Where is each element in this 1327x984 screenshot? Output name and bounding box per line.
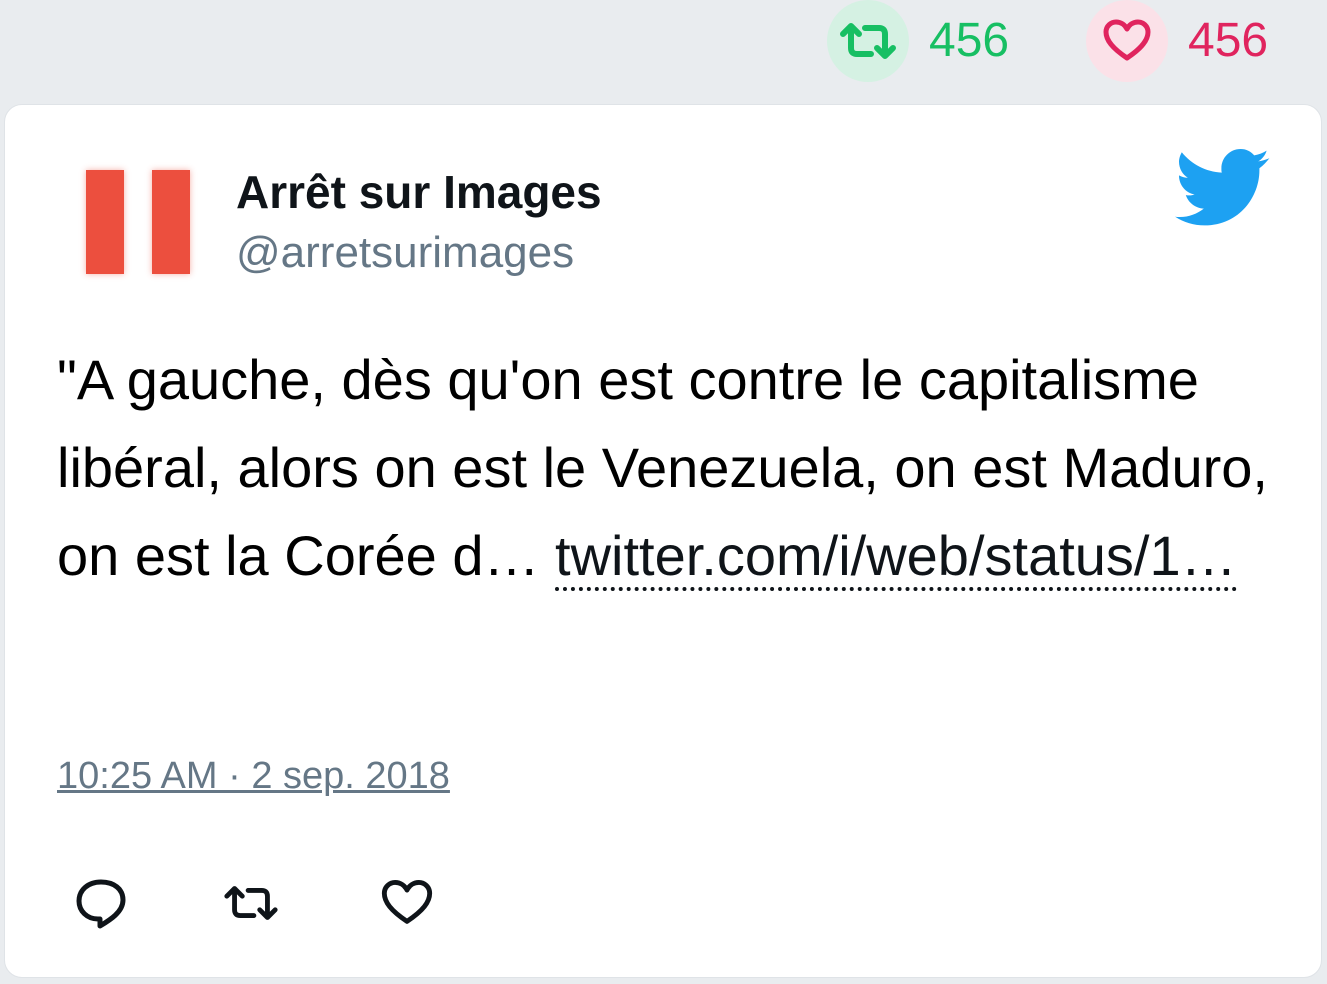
retweet-stat[interactable]: 456 [827, 0, 1009, 82]
like-count: 456 [1188, 14, 1269, 67]
reply-icon[interactable] [71, 873, 131, 933]
heart-icon[interactable] [1086, 0, 1168, 82]
retweet-count: 456 [929, 14, 1010, 67]
author-handle[interactable]: @arretsurimages [236, 231, 574, 275]
pause-logo-left-bar [86, 170, 124, 274]
heart-icon[interactable] [377, 873, 437, 933]
retweet-icon[interactable] [221, 873, 281, 933]
retweet-icon[interactable] [827, 0, 909, 82]
author-name[interactable]: Arrêt sur Images [236, 169, 602, 215]
engagement-stats: 456 456 [0, 0, 1327, 100]
pause-logo-right-bar [152, 170, 190, 274]
tweet-text: "A gauche, dès qu'on est contre le capit… [57, 336, 1277, 600]
timestamp[interactable]: 10:25 AM · 2 sep. 2018 [57, 757, 450, 795]
like-stat[interactable]: 456 [1086, 0, 1268, 82]
tweet-card[interactable]: Arrêt sur Images @arretsurimages "A gauc… [4, 104, 1322, 978]
avatar[interactable] [61, 146, 221, 306]
twitter-bird-icon[interactable] [1175, 149, 1271, 227]
tweet-link[interactable]: twitter.com/i/web/status/1… [555, 524, 1237, 591]
